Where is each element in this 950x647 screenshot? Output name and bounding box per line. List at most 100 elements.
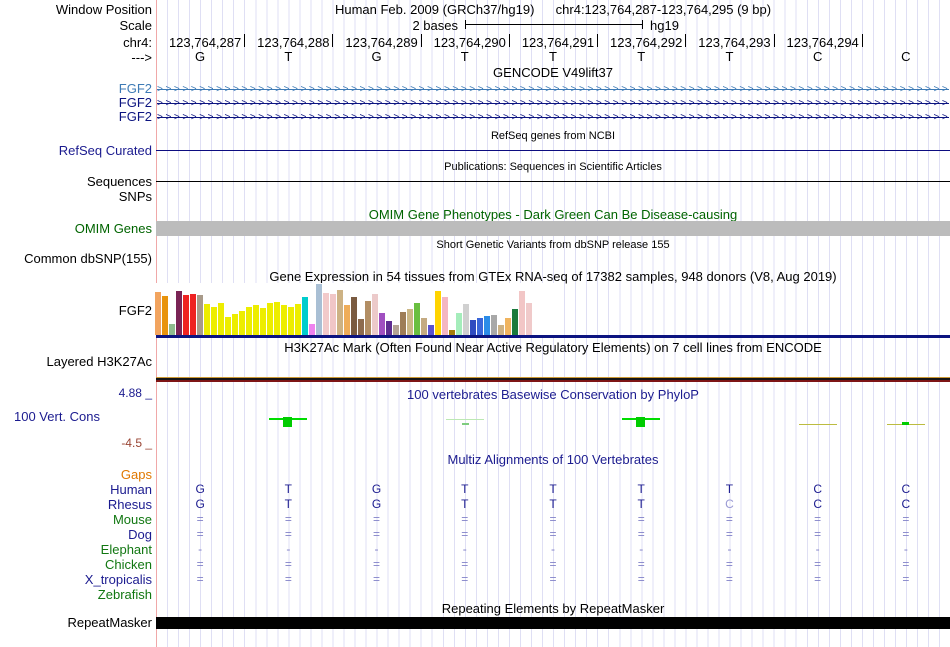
species-label-chicken[interactable]: Chicken <box>105 558 152 571</box>
alignment-cell: = <box>637 557 645 571</box>
gtex-tissue-bar[interactable] <box>155 292 161 335</box>
gtex-tissue-bar[interactable] <box>393 325 399 335</box>
gtex-tissue-bar[interactable] <box>218 303 224 335</box>
track-label-gtex-gene[interactable]: FGF2 <box>119 304 152 317</box>
gtex-tissue-bar[interactable] <box>274 302 280 335</box>
gtex-tissue-bar[interactable] <box>295 304 301 335</box>
gtex-tissue-bar[interactable] <box>344 305 350 335</box>
species-label-zebrafish[interactable]: Zebrafish <box>98 588 152 601</box>
gtex-tissue-bar[interactable] <box>162 296 168 335</box>
alignment-cell: C <box>813 482 822 496</box>
species-label-dog[interactable]: Dog <box>128 528 152 541</box>
gtex-tissue-bar[interactable] <box>484 316 490 335</box>
ruler-tick <box>509 34 510 47</box>
gtex-tissue-bar[interactable] <box>176 291 182 335</box>
gtex-tissue-bar[interactable] <box>414 303 420 335</box>
gene-transcript-line[interactable]: >>>>>>>>>>>>>>>>>>>>>>>>>>>>>>>>>>>>>>>>… <box>157 112 949 123</box>
gtex-tissue-bar[interactable] <box>365 301 371 335</box>
species-label-x-tropicalis[interactable]: X_tropicalis <box>85 573 152 586</box>
species-label-human[interactable]: Human <box>110 483 152 496</box>
gtex-tissue-bar[interactable] <box>386 321 392 335</box>
gtex-tissue-bar[interactable] <box>309 324 315 335</box>
track-label-layered-h3k27ac[interactable]: Layered H3K27Ac <box>46 355 152 368</box>
track-label-omim-genes[interactable]: OMIM Genes <box>75 222 152 235</box>
gtex-tissue-bar[interactable] <box>407 309 413 335</box>
gtex-tissue-bar[interactable] <box>169 324 175 335</box>
gtex-tissue-bar[interactable] <box>435 291 441 335</box>
alignment-cell: - <box>198 542 203 556</box>
gtex-tissue-bar[interactable] <box>302 297 308 335</box>
gtex-tissue-bar[interactable] <box>337 290 343 335</box>
track-label-refseq-curated[interactable]: RefSeq Curated <box>59 144 152 157</box>
gtex-tissue-bar[interactable] <box>281 305 287 335</box>
refseq-curated-line[interactable] <box>156 150 950 151</box>
alignment-cell: T <box>637 497 645 511</box>
gtex-tissue-bar[interactable] <box>379 313 385 335</box>
omim-gene-bar[interactable] <box>156 221 950 236</box>
gtex-tissue-bar[interactable] <box>400 312 406 335</box>
gtex-tissue-bar[interactable] <box>470 320 476 335</box>
sequence-base: T <box>460 49 469 64</box>
alignment-cell: - <box>727 542 732 556</box>
window-position-title: Human Feb. 2009 (GRCh37/hg19) chr4:123,7… <box>156 3 950 16</box>
gtex-tissue-bar[interactable] <box>519 291 525 335</box>
gene-label-fgf2[interactable]: FGF2 <box>119 96 152 109</box>
gtex-tissue-bar[interactable] <box>183 295 189 335</box>
gene-transcript-line[interactable]: >>>>>>>>>>>>>>>>>>>>>>>>>>>>>>>>>>>>>>>>… <box>157 84 949 95</box>
alignment-cell: = <box>902 557 910 571</box>
track-label-snps[interactable]: SNPs <box>119 190 152 203</box>
species-label-mouse[interactable]: Mouse <box>113 513 152 526</box>
gtex-tissue-bar[interactable] <box>358 319 364 335</box>
h3k27ac-layered-signal[interactable] <box>156 377 950 382</box>
track-label-repeatmasker[interactable]: RepeatMasker <box>67 616 152 629</box>
gtex-tissue-bar[interactable] <box>246 307 252 335</box>
gtex-tissue-bar[interactable] <box>225 317 231 335</box>
gtex-tissue-bar[interactable] <box>211 307 217 335</box>
gtex-tissue-bar[interactable] <box>463 304 469 335</box>
alignment-cell: = <box>549 527 557 541</box>
track-label-sequences[interactable]: Sequences <box>87 175 152 188</box>
gtex-tissue-bar[interactable] <box>190 294 196 335</box>
gtex-tissue-bar[interactable] <box>204 304 210 335</box>
gene-label-fgf2[interactable]: FGF2 <box>119 82 152 95</box>
species-label-rhesus[interactable]: Rhesus <box>108 498 152 511</box>
gtex-tissue-bar[interactable] <box>498 325 504 335</box>
gtex-tissue-bar[interactable] <box>330 294 336 335</box>
gtex-tissue-bar[interactable] <box>512 309 518 335</box>
gtex-tissue-bar[interactable] <box>232 314 238 335</box>
gtex-bar-chart[interactable] <box>155 284 557 335</box>
gtex-tissue-bar[interactable] <box>526 303 532 335</box>
phylop-min-value: -4.5 _ <box>121 436 152 450</box>
species-label-elephant[interactable]: Elephant <box>101 543 152 556</box>
gtex-tissue-bar[interactable] <box>316 284 322 335</box>
alignment-cell: - <box>374 542 379 556</box>
track-label-vert-cons[interactable]: 100 Vert. Cons <box>14 410 100 423</box>
species-label-gaps[interactable]: Gaps <box>121 468 152 481</box>
gene-transcript-line[interactable]: >>>>>>>>>>>>>>>>>>>>>>>>>>>>>>>>>>>>>>>>… <box>157 98 949 109</box>
gtex-tissue-bar[interactable] <box>267 303 273 335</box>
gtex-tissue-bar[interactable] <box>491 315 497 335</box>
gtex-tissue-bar[interactable] <box>372 294 378 335</box>
gtex-tissue-bar[interactable] <box>288 307 294 335</box>
publications-sequences-line[interactable] <box>156 181 950 182</box>
gtex-tissue-bar[interactable] <box>323 293 329 335</box>
ruler-coordinate: 123,764,292 <box>610 35 683 50</box>
repeatmasker-bar[interactable] <box>156 617 950 629</box>
gtex-tissue-bar[interactable] <box>477 318 483 335</box>
gtex-tissue-bar[interactable] <box>351 297 357 335</box>
gtex-tissue-bar[interactable] <box>197 295 203 335</box>
gtex-tissue-bar[interactable] <box>239 311 245 335</box>
track-label-common-dbsnp[interactable]: Common dbSNP(155) <box>24 252 152 265</box>
ruler-coordinate: 123,764,287 <box>168 35 242 50</box>
gtex-tissue-bar[interactable] <box>253 305 259 335</box>
gtex-tissue-bar[interactable] <box>456 313 462 335</box>
gene-label-fgf2[interactable]: FGF2 <box>119 110 152 123</box>
gtex-tissue-bar[interactable] <box>442 297 448 335</box>
gtex-tissue-bar[interactable] <box>505 318 511 335</box>
gtex-tissue-bar[interactable] <box>260 308 266 335</box>
gtex-tissue-bar[interactable] <box>421 318 427 335</box>
phylop-faint-line <box>445 419 484 420</box>
ruler-coordinate: 123,764,294 <box>786 35 859 50</box>
gtex-tissue-bar[interactable] <box>428 325 434 335</box>
alignment-cell: = <box>461 572 469 586</box>
